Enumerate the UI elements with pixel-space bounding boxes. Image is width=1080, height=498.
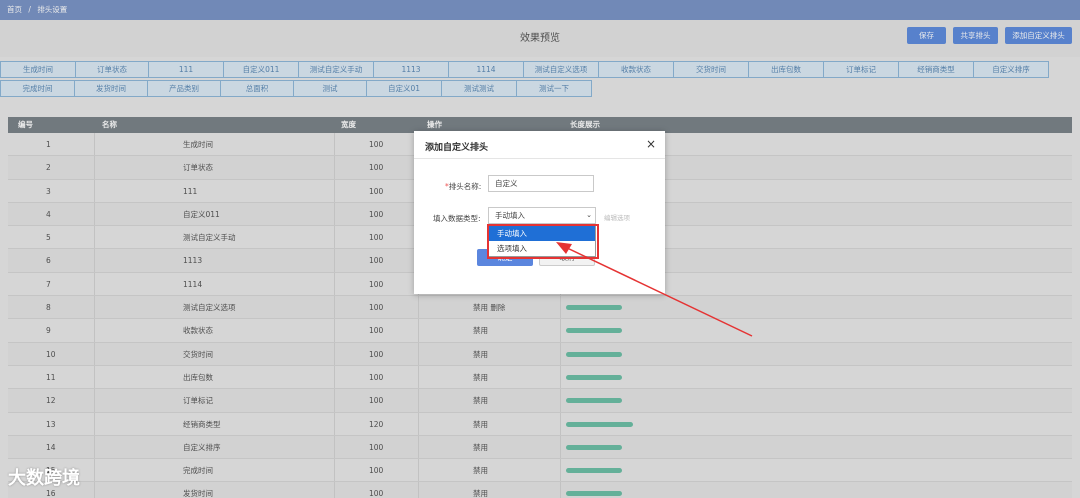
annotation-arrow (556, 242, 753, 337)
watermark: 大数跨境 (8, 468, 80, 489)
